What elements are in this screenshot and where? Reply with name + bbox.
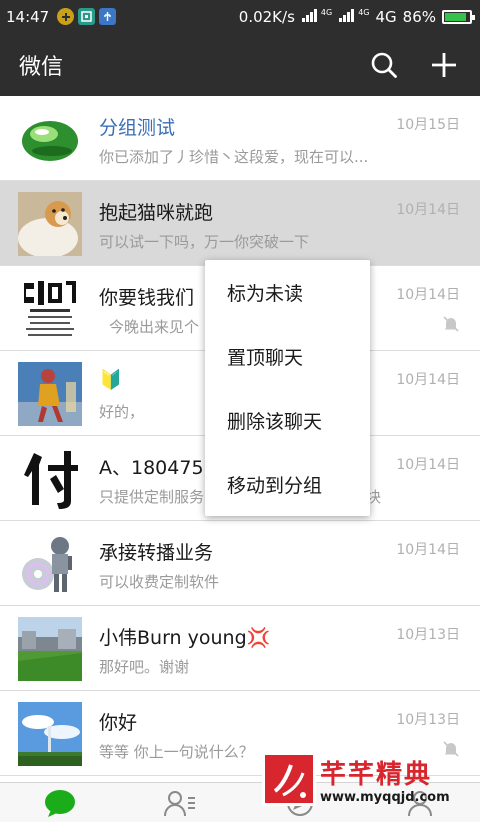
chat-name: 分组测试 bbox=[99, 117, 176, 139]
tab-chats[interactable] bbox=[0, 783, 120, 822]
bell-off-icon bbox=[442, 315, 460, 337]
battery-percent: 86% bbox=[402, 7, 436, 26]
chat-message: 可以试一下吗，万一你突破一下 bbox=[99, 233, 310, 251]
fu-character-avatar bbox=[18, 447, 82, 511]
search-button[interactable] bbox=[354, 33, 414, 96]
usb-icon bbox=[99, 8, 117, 25]
chat-time: 10月14日 bbox=[396, 542, 460, 558]
chat-name: 你要钱我们 bbox=[99, 287, 195, 309]
menu-pin-chat[interactable]: 置顶聊天 bbox=[205, 324, 370, 388]
chat-message: 可以收费定制软件 bbox=[99, 573, 220, 591]
tab-contacts[interactable] bbox=[120, 783, 240, 822]
status-bar: 14:47 0.02K/s 4G 4G 4G 86% bbox=[0, 0, 480, 33]
wifi-plus-icon bbox=[57, 8, 75, 25]
chat-item-1[interactable]: 抱起猫咪就跑 可以试一下吗，万一你突破一下 10月14日 bbox=[0, 181, 480, 266]
calligraphy-avatar bbox=[18, 277, 82, 341]
chat-item-6[interactable]: 小伟Burn young💢 那好吧。谢谢 10月13日 bbox=[0, 606, 480, 691]
signal-label-a: 4G bbox=[320, 8, 333, 17]
context-menu: 标为未读 置顶聊天 删除该聊天 移动到分组 bbox=[205, 260, 370, 516]
chat-bubble-icon bbox=[45, 789, 75, 817]
signal-icon bbox=[301, 8, 321, 26]
chat-name: A、180475 bbox=[99, 457, 204, 479]
chat-time: 10月13日 bbox=[396, 712, 460, 728]
chat-time: 10月13日 bbox=[396, 627, 460, 643]
net-type: 4G bbox=[375, 7, 397, 26]
field-avatar bbox=[18, 617, 82, 681]
chat-name: 承接转播业务 bbox=[99, 542, 214, 564]
watermark-url: www.myqqjd.com bbox=[320, 790, 450, 805]
chat-time: 10月14日 bbox=[396, 372, 460, 388]
chat-message: 好的， bbox=[99, 403, 145, 421]
chat-message: 那好吧。谢谢 bbox=[99, 658, 190, 676]
chat-name: 你好 bbox=[99, 712, 138, 734]
chat-time: 10月14日 bbox=[396, 202, 460, 218]
chat-item-0[interactable]: 分组测试 你已添加了丿珍惜丶这段爱，现在可以... 10月15日 bbox=[0, 96, 480, 181]
net-speed: 0.02K/s bbox=[238, 7, 295, 26]
status-left-icons bbox=[57, 8, 117, 25]
figure-avatar bbox=[18, 362, 82, 426]
signal-label-b: 4G bbox=[358, 8, 370, 17]
chat-name: 🔰 bbox=[99, 369, 123, 391]
qr-scan-icon bbox=[78, 8, 96, 25]
chat-name: 抱起猫咪就跑 bbox=[99, 202, 214, 224]
chat-time: 10月15日 bbox=[396, 117, 460, 133]
battery-icon bbox=[442, 9, 475, 24]
sky-avatar bbox=[18, 702, 82, 766]
green-droplet-avatar bbox=[18, 107, 82, 171]
add-button[interactable] bbox=[414, 33, 474, 96]
contacts-icon bbox=[164, 790, 195, 816]
plus-icon bbox=[432, 52, 456, 77]
menu-delete-chat[interactable]: 删除该聊天 bbox=[205, 388, 370, 452]
search-icon bbox=[371, 52, 397, 78]
chat-time: 10月14日 bbox=[396, 457, 460, 473]
menu-mark-unread[interactable]: 标为未读 bbox=[205, 260, 370, 324]
app-header: 微信 bbox=[0, 33, 480, 96]
chat-item-5[interactable]: 承接转播业务 可以收费定制软件 10月14日 bbox=[0, 521, 480, 606]
chat-name: 小伟Burn young💢 bbox=[99, 627, 271, 649]
watermark: 芊芊精典 www.myqqjd.com bbox=[262, 752, 474, 810]
robot-cd-avatar bbox=[18, 532, 82, 596]
status-time: 14:47 bbox=[6, 7, 50, 26]
signal-icon-2 bbox=[338, 8, 358, 26]
status-right: 0.02K/s 4G 4G 4G 86% bbox=[238, 7, 475, 26]
watermark-title: 芊芊精典 bbox=[320, 760, 433, 790]
page-title: 微信 bbox=[19, 54, 64, 80]
watermark-logo bbox=[262, 752, 316, 806]
dog-avatar bbox=[18, 192, 82, 256]
menu-move-to-group[interactable]: 移动到分组 bbox=[205, 452, 370, 516]
chat-message: 等等 你上一句说什么？ bbox=[99, 743, 254, 761]
header-actions bbox=[354, 33, 480, 96]
chat-message: 只提供定制服务 bbox=[99, 488, 205, 506]
chat-message: 你已添加了丿珍惜丶这段爱，现在可以... bbox=[99, 148, 369, 166]
chat-message: 今晚出来见个 bbox=[109, 318, 200, 336]
chat-time: 10月14日 bbox=[396, 287, 460, 303]
